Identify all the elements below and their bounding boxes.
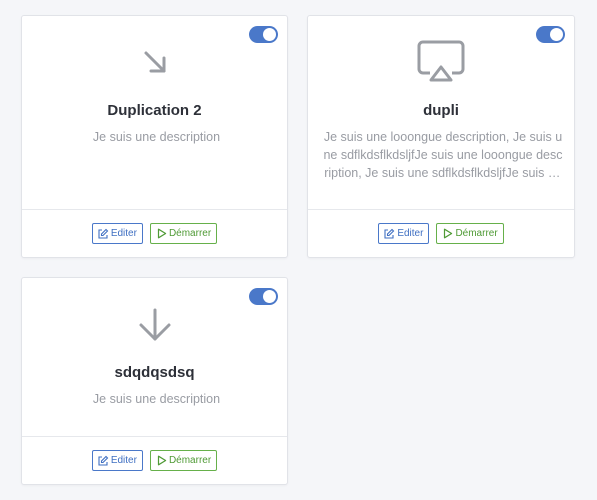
- edit-button[interactable]: Editer: [378, 223, 430, 244]
- toggle-knob: [550, 28, 563, 41]
- edit-icon: [98, 228, 109, 239]
- airplay-icon: [416, 40, 466, 89]
- toggle-knob: [263, 290, 276, 303]
- edit-label: Editer: [110, 455, 137, 466]
- edit-button[interactable]: Editer: [91, 223, 143, 244]
- enable-toggle[interactable]: [249, 288, 278, 305]
- enable-toggle[interactable]: [536, 26, 565, 43]
- arrow-down-right-icon: [140, 47, 170, 82]
- card-description: Je suis une description: [92, 392, 221, 406]
- enable-toggle[interactable]: [249, 26, 278, 43]
- play-icon: [444, 228, 453, 239]
- card-description: Je suis une description: [92, 130, 221, 144]
- card-footer: Editer Démarrer: [22, 209, 287, 257]
- start-label: Démarrer: [168, 228, 212, 239]
- toggle-knob: [263, 28, 276, 41]
- start-label: Démarrer: [455, 228, 498, 239]
- card-description: Je suis une looongue description, Je sui…: [323, 130, 563, 180]
- card-title: sdqdqsdsq: [114, 364, 195, 381]
- edit-label: Editer: [397, 228, 424, 239]
- edit-icon: [98, 455, 109, 466]
- start-button[interactable]: Démarrer: [436, 223, 504, 244]
- card-title: Duplication 2: [107, 102, 202, 119]
- card-title: dupli: [423, 102, 459, 119]
- arrow-down-icon: [137, 307, 173, 348]
- edit-icon: [384, 228, 395, 239]
- card-footer: Editer Démarrer: [22, 436, 287, 484]
- play-icon: [157, 228, 167, 239]
- start-button[interactable]: Démarrer: [149, 223, 218, 244]
- start-button[interactable]: Démarrer: [149, 450, 218, 471]
- edit-button[interactable]: Editer: [91, 450, 143, 471]
- scenario-card: dupli Je suis une looongue description, …: [307, 15, 575, 258]
- start-label: Démarrer: [168, 455, 212, 466]
- play-icon: [157, 455, 167, 466]
- card-footer: Editer Démarrer: [308, 209, 574, 257]
- edit-label: Editer: [110, 228, 137, 239]
- scenario-card: Duplication 2 Je suis une description Ed…: [21, 15, 288, 258]
- scenario-card: sdqdqsdsq Je suis une description Editer…: [21, 277, 288, 485]
